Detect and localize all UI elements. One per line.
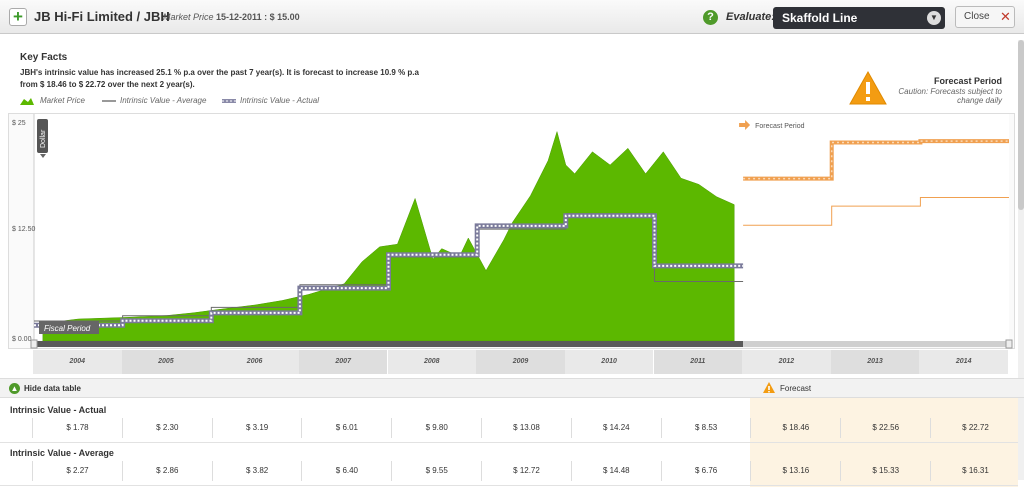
evaluate-select[interactable]: Skaffold Line ▼ [773, 7, 945, 29]
table-cell: $ 15.33 [840, 461, 930, 481]
chart-area: $ 0.00 $ 12.50 $ 25 Dollar Forecast Period Fi… [8, 113, 1015, 349]
hide-data-table-link[interactable]: Hide data table [24, 384, 81, 393]
legend-market-price: Market Price [40, 96, 85, 105]
x-tick-label: 2011 [653, 350, 743, 374]
x-tick-label: 2004 [33, 350, 122, 374]
chevron-down-icon: ▼ [927, 11, 941, 25]
x-tick-label: 2008 [387, 350, 477, 374]
table-cell: $ 22.56 [840, 418, 930, 438]
market-price: Market Price 15-12-2011 : $ 15.00 [163, 12, 300, 22]
x-tick-label: 2009 [476, 350, 565, 374]
x-tick-label: 2010 [564, 350, 654, 374]
add-button[interactable]: + [9, 8, 27, 26]
table-cell: $ 18.46 [750, 418, 840, 438]
table-header-bar: ▲ Hide data table Forecast [0, 378, 1024, 398]
fiscal-period-label: Fiscal Period [44, 324, 91, 333]
window-header: + JB Hi-Fi Limited / JBH Market Price 15… [0, 0, 1024, 34]
window-scrollbar[interactable] [1018, 40, 1024, 480]
warning-icon [849, 70, 887, 105]
x-tick-label: 2006 [210, 350, 299, 374]
dollar-toggle-label: Dollar [40, 129, 47, 148]
x-tick-label: 2012 [742, 350, 831, 374]
table-cell: $ 16.31 [930, 461, 1020, 481]
table-cell: $ 2.27 [32, 461, 122, 481]
table-cell: $ 14.24 [570, 418, 661, 438]
plus-icon: + [13, 7, 23, 26]
x-tick-label: 2013 [830, 350, 920, 374]
forecast-period-title: Forecast Period [933, 76, 1002, 86]
table-cell: $ 22.72 [930, 418, 1020, 438]
table-cell: $ 6.01 [301, 418, 391, 438]
table-cell: $ 13.16 [750, 461, 840, 481]
table-cell: $ 13.08 [481, 418, 571, 438]
scrollbar-thumb[interactable] [1018, 40, 1024, 210]
table-cell: $ 14.48 [570, 461, 661, 481]
x-tick-label: 2005 [121, 350, 211, 374]
forecast-period-marker-label: Forecast Period [755, 123, 805, 130]
table-cell: $ 3.19 [211, 418, 302, 438]
table-cell: $ 9.80 [391, 418, 481, 438]
row-divider [0, 442, 1018, 443]
table-cell: $ 2.86 [121, 461, 212, 481]
close-label: Close [964, 11, 990, 22]
timeline-scroller [34, 341, 744, 347]
market-price-value: 15-12-2011 : $ 15.00 [216, 12, 300, 22]
timeline-scroller-forecast [743, 341, 1009, 347]
table-cell: $ 9.55 [391, 461, 481, 481]
scroller-left-handle [30, 339, 38, 349]
evaluate-value: Skaffold Line [782, 11, 858, 25]
help-icon[interactable]: ? [703, 10, 718, 25]
y-tick-label: $ 0.00 [12, 336, 32, 343]
row-divider [0, 485, 1018, 486]
price-chart: $ 0.00 $ 12.50 $ 25 Dollar Forecast Period Fi… [12, 114, 1013, 349]
x-tick-label: 2014 [919, 350, 1008, 374]
market-price-legend-icon [20, 98, 34, 105]
key-facts-text: JBH's intrinsic value has increased 25.1… [20, 68, 419, 89]
y-tick-label: $ 25 [12, 120, 26, 127]
forecast-caution: Caution: Forecasts subject to change dai… [898, 87, 1002, 105]
company-title: JB Hi-Fi Limited / JBH [34, 9, 170, 24]
table-cell: $ 6.76 [660, 461, 751, 481]
close-button[interactable]: Close ✕ [955, 6, 1015, 28]
forecast-label: Forecast [780, 384, 812, 393]
table-cell: $ 2.30 [121, 418, 212, 438]
table-cell: $ 3.82 [211, 461, 302, 481]
table-row-title: Intrinsic Value - Average [10, 448, 114, 458]
close-icon: ✕ [1000, 9, 1011, 24]
legend-iv-actual: Intrinsic Value - Actual [240, 96, 319, 105]
key-facts-title: Key Facts [20, 52, 68, 63]
table-cell: $ 6.40 [301, 461, 391, 481]
y-tick-label: $ 12.50 [12, 226, 35, 233]
market-price-label: Market Price [163, 12, 214, 22]
legend-iv-average: Intrinsic Value - Average [120, 96, 207, 105]
table-cell: $ 8.53 [660, 418, 751, 438]
iv-actual-legend-icon [222, 99, 236, 103]
table-cell: $ 1.78 [32, 418, 122, 438]
evaluate-label: Evaluate: [726, 11, 775, 23]
x-tick-label: 2007 [298, 350, 388, 374]
collapse-icon[interactable]: ▲ [9, 383, 20, 394]
forecast-warning-icon [763, 382, 775, 393]
table-row-title: Intrinsic Value - Actual [10, 405, 107, 415]
evaluate-window: + JB Hi-Fi Limited / JBH Market Price 15… [0, 0, 1024, 487]
scroller-right-handle [1005, 339, 1013, 349]
table-cell: $ 12.72 [481, 461, 571, 481]
iv-average-legend-icon [102, 100, 116, 102]
